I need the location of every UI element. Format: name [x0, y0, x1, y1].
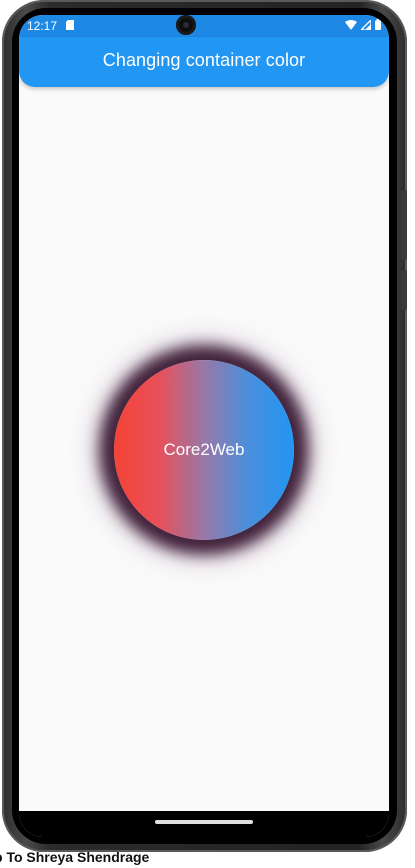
app-bar-title: Changing container color [102, 49, 306, 70]
page: 12:17 Changing container color Core2Web … [0, 0, 415, 868]
device-screen: 12:17 Changing container color Core2Web [19, 15, 389, 837]
status-time: 12:17 [27, 19, 58, 33]
power-button [401, 270, 407, 310]
status-bar: 12:17 [19, 15, 389, 37]
container-label: Core2Web [163, 440, 245, 459]
gradient-container[interactable]: Core2Web [114, 360, 294, 540]
front-camera-icon [176, 15, 196, 35]
home-indicator[interactable] [155, 820, 253, 824]
cell-signal-icon [361, 19, 371, 30]
status-icons [345, 19, 381, 30]
wifi-icon [345, 19, 357, 30]
caption-text: p To Shreya Shendrage [0, 849, 150, 865]
battery-icon [375, 19, 381, 30]
app-bar: Changing container color [19, 37, 389, 87]
sd-card-icon [66, 20, 74, 30]
navigation-bar [19, 811, 389, 837]
volume-button [401, 190, 407, 260]
